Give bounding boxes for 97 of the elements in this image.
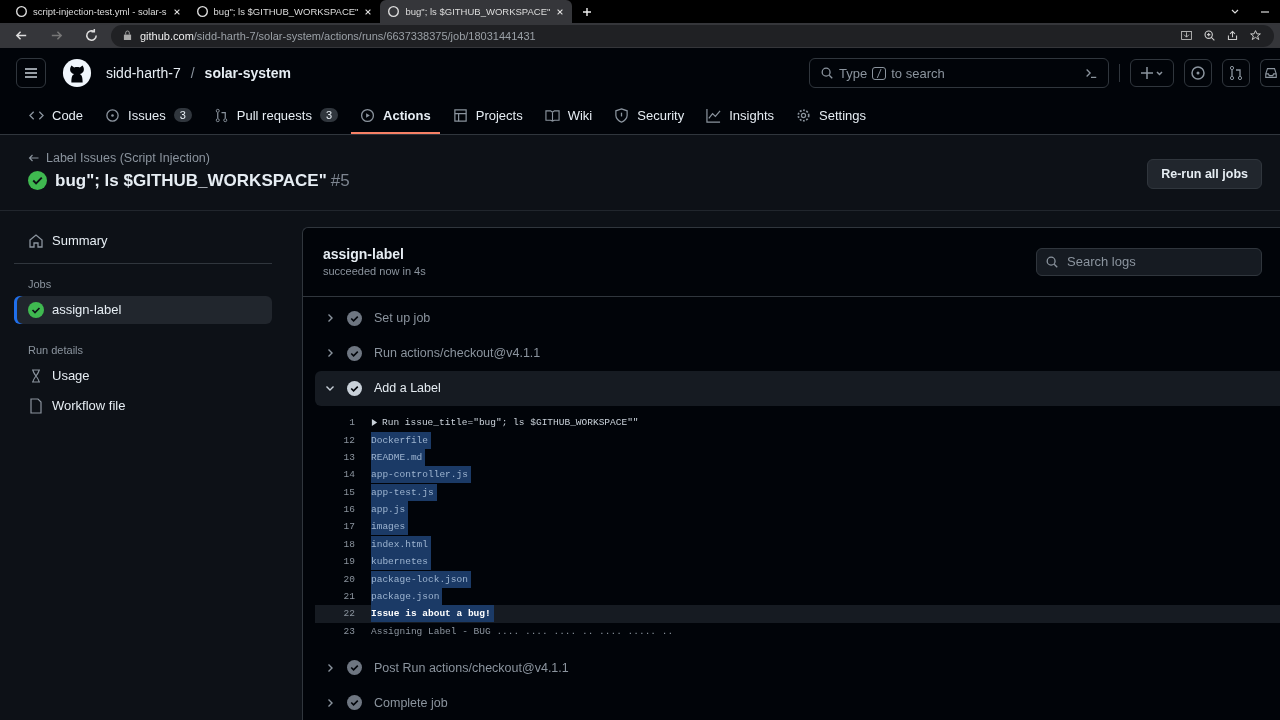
- close-icon[interactable]: [364, 7, 373, 16]
- play-icon: [360, 107, 376, 123]
- path-separator: /: [190, 65, 195, 82]
- repo-tab[interactable]: Security: [605, 98, 694, 134]
- check-circle-icon: [347, 310, 362, 326]
- line-number: 21: [342, 591, 355, 602]
- chevron-icon: [325, 348, 335, 359]
- summary-link[interactable]: Summary: [14, 226, 272, 255]
- job-item[interactable]: assign-label: [14, 295, 272, 324]
- log-command[interactable]: Run issue_title="bug"; ls $GITHUB_WORKSPACE"": [371, 414, 642, 432]
- sidebar-link[interactable]: Workflow file: [14, 391, 272, 420]
- share-icon[interactable]: [1226, 29, 1239, 42]
- repo-tab[interactable]: Actions: [351, 98, 440, 134]
- line-number: 23: [342, 625, 355, 637]
- line-number: 15: [342, 486, 355, 498]
- run-number: #5: [330, 170, 350, 191]
- install-icon[interactable]: [1180, 29, 1193, 42]
- run-title: bug"; ls $GITHUB_WORKSPACE": [55, 170, 327, 191]
- search-field[interactable]: Type / to search: [809, 58, 1109, 89]
- section-heading: Jobs: [27, 276, 53, 292]
- lock-icon: [123, 30, 132, 41]
- line-number: 20: [342, 573, 355, 585]
- browser-tab[interactable]: script-injection-test.yml - solar-s: [8, 0, 189, 23]
- log-command-text: Run issue_title="bug"; ls $GITHUB_WORKSPACE"": [382, 416, 639, 431]
- step-header[interactable]: Complete job: [315, 685, 1280, 720]
- table-icon: [452, 107, 468, 123]
- log-line: Assigning Label - BUG .... .... .... .. .... ..... ..: [371, 624, 675, 639]
- pull-request-icon: [213, 107, 229, 123]
- check-circle-icon: [347, 380, 362, 396]
- repo-link[interactable]: solar-system: [204, 65, 291, 82]
- expand-triangle-icon: [371, 419, 378, 427]
- success-icon: [28, 171, 47, 191]
- line-number: 18: [342, 538, 355, 550]
- menu-button[interactable]: [16, 58, 46, 89]
- chevron-icon: [325, 313, 335, 324]
- inbox-icon: [1264, 66, 1278, 81]
- job-status: succeeded now in 4s: [323, 265, 426, 278]
- graph-icon: [706, 107, 722, 123]
- check-circle-icon: [347, 660, 362, 675]
- terminal-icon[interactable]: [1084, 66, 1098, 81]
- repo-tab[interactable]: Wiki: [535, 98, 602, 134]
- chevron-icon: [325, 697, 335, 708]
- chevron-icon: [325, 662, 335, 673]
- owner-link[interactable]: sidd-harth-7: [106, 65, 181, 82]
- line-number: 16: [342, 504, 355, 516]
- gear-icon: [796, 107, 812, 123]
- close-icon[interactable]: [556, 7, 565, 16]
- repo-tab[interactable]: Projects: [443, 98, 532, 134]
- repo-tab[interactable]: Insights: [697, 98, 784, 134]
- workflow-link[interactable]: Label Issues (Script Injection): [28, 150, 350, 165]
- count-badge: 3: [319, 108, 339, 123]
- step-header[interactable]: Post Run actions/checkout@v4.1.1: [315, 650, 1280, 685]
- rerun-button[interactable]: Re-run all jobs: [1147, 158, 1262, 189]
- line-number: 22: [342, 608, 355, 620]
- issues-button[interactable]: [1184, 59, 1212, 88]
- repo-tab[interactable]: Pull requests 3: [204, 98, 348, 134]
- line-number: 19: [342, 556, 355, 568]
- browser-tab[interactable]: bug"; ls $GITHUB_WORKSPACE": [380, 0, 573, 23]
- pull-requests-button[interactable]: [1222, 59, 1250, 88]
- check-circle-icon: [347, 345, 362, 361]
- home-icon: [28, 232, 44, 249]
- github-logo-icon[interactable]: [62, 58, 92, 89]
- section-heading: Run details: [27, 342, 85, 358]
- pull-request-icon: [1228, 65, 1244, 82]
- line-number: 12: [342, 434, 355, 446]
- step-header[interactable]: Add a Label: [315, 370, 1280, 406]
- close-icon[interactable]: [172, 7, 181, 16]
- browser-tab[interactable]: bug"; ls $GITHUB_WORKSPACE": [188, 0, 381, 23]
- issue-icon: [105, 107, 121, 123]
- search-logs-field[interactable]: Search logs: [1036, 247, 1262, 276]
- check-circle-icon: [347, 695, 362, 710]
- line-number: 14: [342, 469, 355, 481]
- success-icon: [28, 301, 44, 318]
- line-number: 1: [348, 417, 355, 429]
- repo-tab[interactable]: Settings: [787, 98, 875, 134]
- address-bar[interactable]: github.com/sidd-harth-7/solar-system/actions/runs/6637338375/job/18031441431: [111, 24, 1274, 47]
- job-name: assign-label: [323, 246, 405, 263]
- new-tab-icon[interactable]: [582, 6, 593, 17]
- search-icon: [820, 66, 834, 81]
- step-header[interactable]: Set up job: [315, 300, 1280, 336]
- line-number: 17: [342, 521, 355, 533]
- step-header[interactable]: Run actions/checkout@v4.1.1: [315, 335, 1280, 371]
- inbox-button[interactable]: [1260, 59, 1280, 88]
- line-number: 13: [342, 451, 355, 463]
- file-icon: [28, 397, 44, 414]
- book-icon: [544, 107, 560, 123]
- create-new-button[interactable]: [1130, 59, 1174, 88]
- reload-icon[interactable]: [84, 28, 99, 43]
- shield-icon: [614, 107, 630, 123]
- sidebar-link[interactable]: Usage: [14, 361, 272, 390]
- plus-icon: [1140, 65, 1164, 82]
- zoom-icon[interactable]: [1203, 29, 1216, 42]
- star-icon[interactable]: [1249, 29, 1262, 42]
- issue-icon: [1190, 65, 1206, 82]
- count-badge: 3: [173, 108, 192, 123]
- repo-tab[interactable]: Issues 3: [96, 98, 201, 134]
- repo-tab[interactable]: Code: [20, 98, 93, 134]
